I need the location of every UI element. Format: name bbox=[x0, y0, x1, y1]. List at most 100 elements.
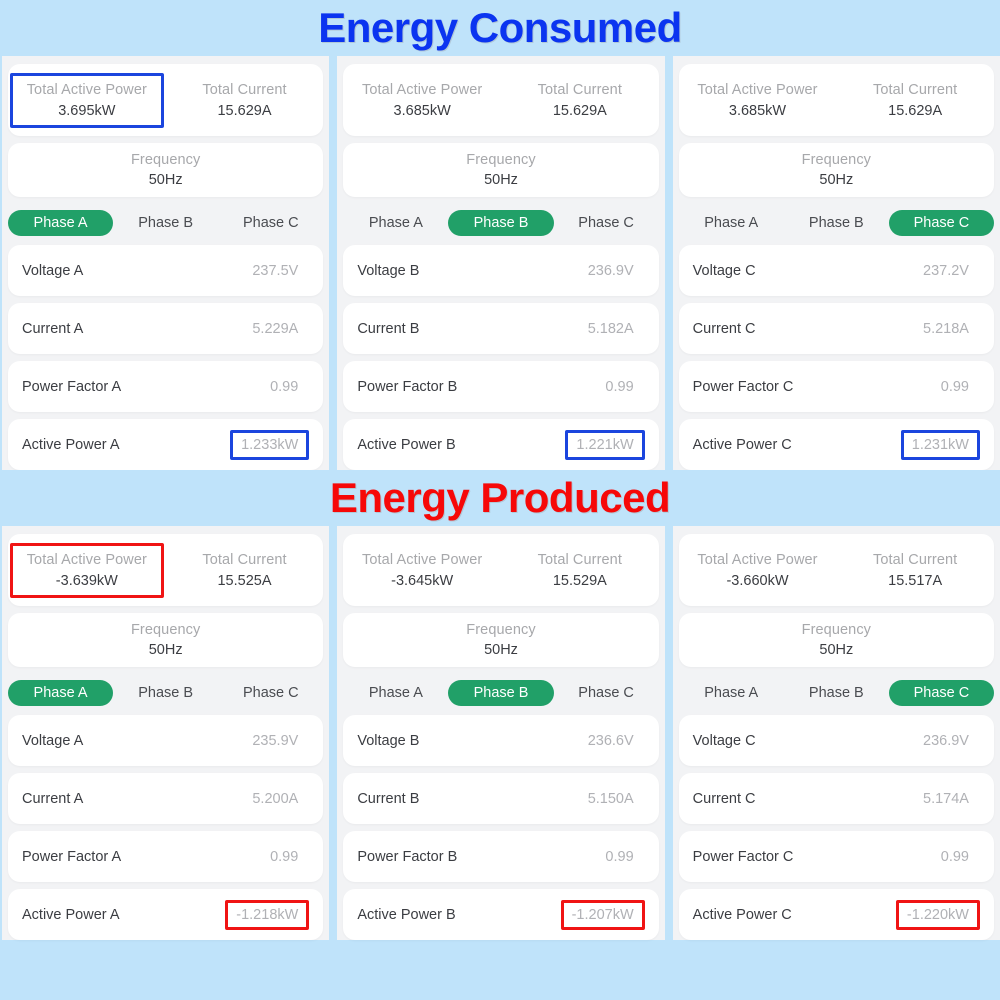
metric-row-label: Active Power B bbox=[357, 906, 456, 923]
phase-tab-phase-a[interactable]: Phase A bbox=[8, 680, 114, 706]
metric-row-label: Power Factor B bbox=[357, 848, 458, 865]
panel-row: Total Active Power -3.639kW Total Current 1… bbox=[0, 526, 1000, 940]
panel-panel-phase-a: Total Active Power -3.639kW Total Current 1… bbox=[2, 526, 330, 940]
phase-tab-phase-a[interactable]: Phase A bbox=[343, 210, 448, 236]
metric-row-value: 0.99 bbox=[940, 378, 969, 395]
section-energy-consumed: Energy Consumed Total Active Power 3.695kW… bbox=[0, 0, 1000, 470]
phase-tab-phase-b[interactable]: Phase B bbox=[113, 680, 218, 706]
frequency-label: Frequency bbox=[466, 152, 536, 168]
phase-tab-phase-a[interactable]: Phase A bbox=[8, 210, 114, 236]
panel-panel-phase-b: Total Active Power 3.685kW Total Current 15… bbox=[337, 56, 665, 470]
metric-row: Current B 5.150A bbox=[343, 773, 659, 824]
total-active-power-cell: Total Active Power -3.639kW bbox=[10, 542, 164, 598]
section-title: Energy Produced bbox=[0, 470, 1000, 526]
frequency-card: Frequency 50Hz bbox=[8, 613, 324, 667]
summary-card: Total Active Power 3.685kW Total Current 15… bbox=[678, 64, 994, 136]
metric-rows: Voltage B 236.9V Current B 5.182A Power Fact… bbox=[343, 245, 659, 470]
summary-card: Total Active Power -3.639kW Total Current 1… bbox=[8, 534, 324, 606]
metric-row: Voltage C 237.2V bbox=[678, 245, 994, 296]
metric-row-value: -1.218kW bbox=[225, 899, 310, 930]
phase-tab-phase-a[interactable]: Phase A bbox=[343, 680, 448, 706]
metric-row-label: Power Factor A bbox=[22, 848, 122, 865]
section-energy-produced: Energy Produced Total Active Power -3.639k… bbox=[0, 470, 1000, 940]
metric-row: Current A 5.200A bbox=[8, 773, 324, 824]
total-current-value: 15.629A bbox=[217, 102, 272, 119]
summary-card: Total Active Power 3.685kW Total Current 15… bbox=[343, 64, 659, 136]
metric-row-value: 5.200A bbox=[252, 790, 299, 807]
phase-tab-phase-c[interactable]: Phase C bbox=[554, 680, 659, 706]
metric-row-value: 1.233kW bbox=[230, 429, 310, 460]
frequency-card: Frequency 50Hz bbox=[343, 613, 659, 667]
frequency-label: Frequency bbox=[801, 622, 872, 638]
phase-tab-phase-a[interactable]: Phase A bbox=[679, 210, 784, 236]
phase-tab-phase-b[interactable]: Phase B bbox=[784, 210, 889, 236]
metric-row: Current B 5.182A bbox=[343, 303, 659, 354]
metric-row-value: 236.9V bbox=[587, 262, 634, 279]
panel-panel-phase-a: Total Active Power 3.695kW Total Current 15… bbox=[2, 56, 330, 470]
metric-row: Voltage B 236.6V bbox=[343, 715, 659, 766]
metric-row: Current C 5.174A bbox=[678, 773, 994, 824]
total-active-power-value: -3.645kW bbox=[391, 572, 454, 589]
metric-row: Current A 5.229A bbox=[8, 303, 324, 354]
frequency-card: Frequency 50Hz bbox=[343, 143, 659, 197]
total-current-label: Total Current bbox=[202, 551, 287, 568]
total-current-label: Total Current bbox=[537, 551, 622, 568]
metric-row: Active Power B 1.221kW bbox=[343, 419, 659, 470]
panel-panel-phase-c: Total Active Power -3.660kW Total Current 1… bbox=[672, 526, 1000, 940]
total-current-cell: Total Current 15.525A bbox=[168, 543, 322, 598]
metric-row-value: 236.9V bbox=[923, 732, 969, 749]
metric-row-value: -1.207kW bbox=[560, 899, 645, 930]
metric-rows: Voltage B 236.6V Current B 5.150A Power Fact… bbox=[343, 715, 659, 940]
phase-tab-phase-a[interactable]: Phase A bbox=[679, 680, 784, 706]
metric-row-value: 0.99 bbox=[270, 378, 299, 395]
metric-row: Active Power C 1.231kW bbox=[678, 419, 994, 470]
phase-tab-group: Phase A Phase B Phase C bbox=[679, 203, 994, 243]
metric-row: Power Factor A 0.99 bbox=[8, 361, 324, 412]
phase-tab-group: Phase A Phase B Phase C bbox=[343, 673, 658, 713]
metric-row-label: Current B bbox=[357, 320, 420, 337]
metric-row-value: 5.218A bbox=[923, 320, 969, 337]
metric-rows: Voltage A 237.5V Current A 5.229A Power Fact… bbox=[8, 245, 324, 470]
frequency-label: Frequency bbox=[801, 152, 872, 168]
metric-row-value: 5.174A bbox=[923, 790, 969, 807]
total-active-power-cell: Total Active Power 3.695kW bbox=[10, 72, 164, 128]
phase-tab-phase-b[interactable]: Phase B bbox=[784, 680, 889, 706]
metric-row-label: Voltage A bbox=[22, 732, 84, 749]
phase-tab-phase-c[interactable]: Phase C bbox=[888, 680, 994, 706]
total-active-power-label: Total Active Power bbox=[697, 551, 818, 568]
metric-row: Power Factor B 0.99 bbox=[343, 831, 659, 882]
metric-row-value: 0.99 bbox=[605, 378, 634, 395]
metric-row: Active Power A -1.218kW bbox=[8, 889, 324, 940]
phase-tab-phase-c[interactable]: Phase C bbox=[218, 680, 323, 706]
phase-tab-phase-c[interactable]: Phase C bbox=[888, 210, 994, 236]
phase-tab-phase-b[interactable]: Phase B bbox=[448, 680, 554, 706]
total-active-power-value: -3.660kW bbox=[726, 572, 789, 589]
metric-row-label: Active Power C bbox=[692, 906, 792, 923]
total-active-power-value: 3.695kW bbox=[58, 102, 116, 119]
frequency-value: 50Hz bbox=[484, 642, 518, 658]
metric-row: Power Factor B 0.99 bbox=[343, 361, 659, 412]
total-current-cell: Total Current 15.629A bbox=[503, 73, 657, 128]
total-current-label: Total Current bbox=[202, 81, 287, 98]
metric-row-label: Power Factor C bbox=[692, 378, 794, 395]
phase-tab-group: Phase A Phase B Phase C bbox=[343, 203, 658, 243]
metric-row-label: Current B bbox=[357, 790, 420, 807]
phase-tab-group: Phase A Phase B Phase C bbox=[8, 203, 323, 243]
metric-row-value: 5.182A bbox=[587, 320, 634, 337]
phase-tab-phase-b[interactable]: Phase B bbox=[113, 210, 218, 236]
total-current-value: 15.525A bbox=[217, 572, 272, 589]
phase-tab-phase-b[interactable]: Phase B bbox=[448, 210, 554, 236]
metric-rows: Voltage C 237.2V Current C 5.218A Power Fact… bbox=[678, 245, 994, 470]
phase-tab-group: Phase A Phase B Phase C bbox=[679, 673, 994, 713]
metric-row-label: Voltage B bbox=[357, 262, 420, 279]
phase-tab-phase-c[interactable]: Phase C bbox=[554, 210, 659, 236]
total-active-power-label: Total Active Power bbox=[26, 81, 147, 98]
total-current-label: Total Current bbox=[873, 81, 958, 98]
metric-row-value: 0.99 bbox=[940, 848, 969, 865]
metric-row-label: Power Factor C bbox=[692, 848, 794, 865]
phase-tab-group: Phase A Phase B Phase C bbox=[8, 673, 323, 713]
metric-row: Voltage A 237.5V bbox=[8, 245, 324, 296]
total-current-label: Total Current bbox=[537, 81, 622, 98]
metric-row-label: Voltage C bbox=[692, 262, 756, 279]
phase-tab-phase-c[interactable]: Phase C bbox=[218, 210, 323, 236]
